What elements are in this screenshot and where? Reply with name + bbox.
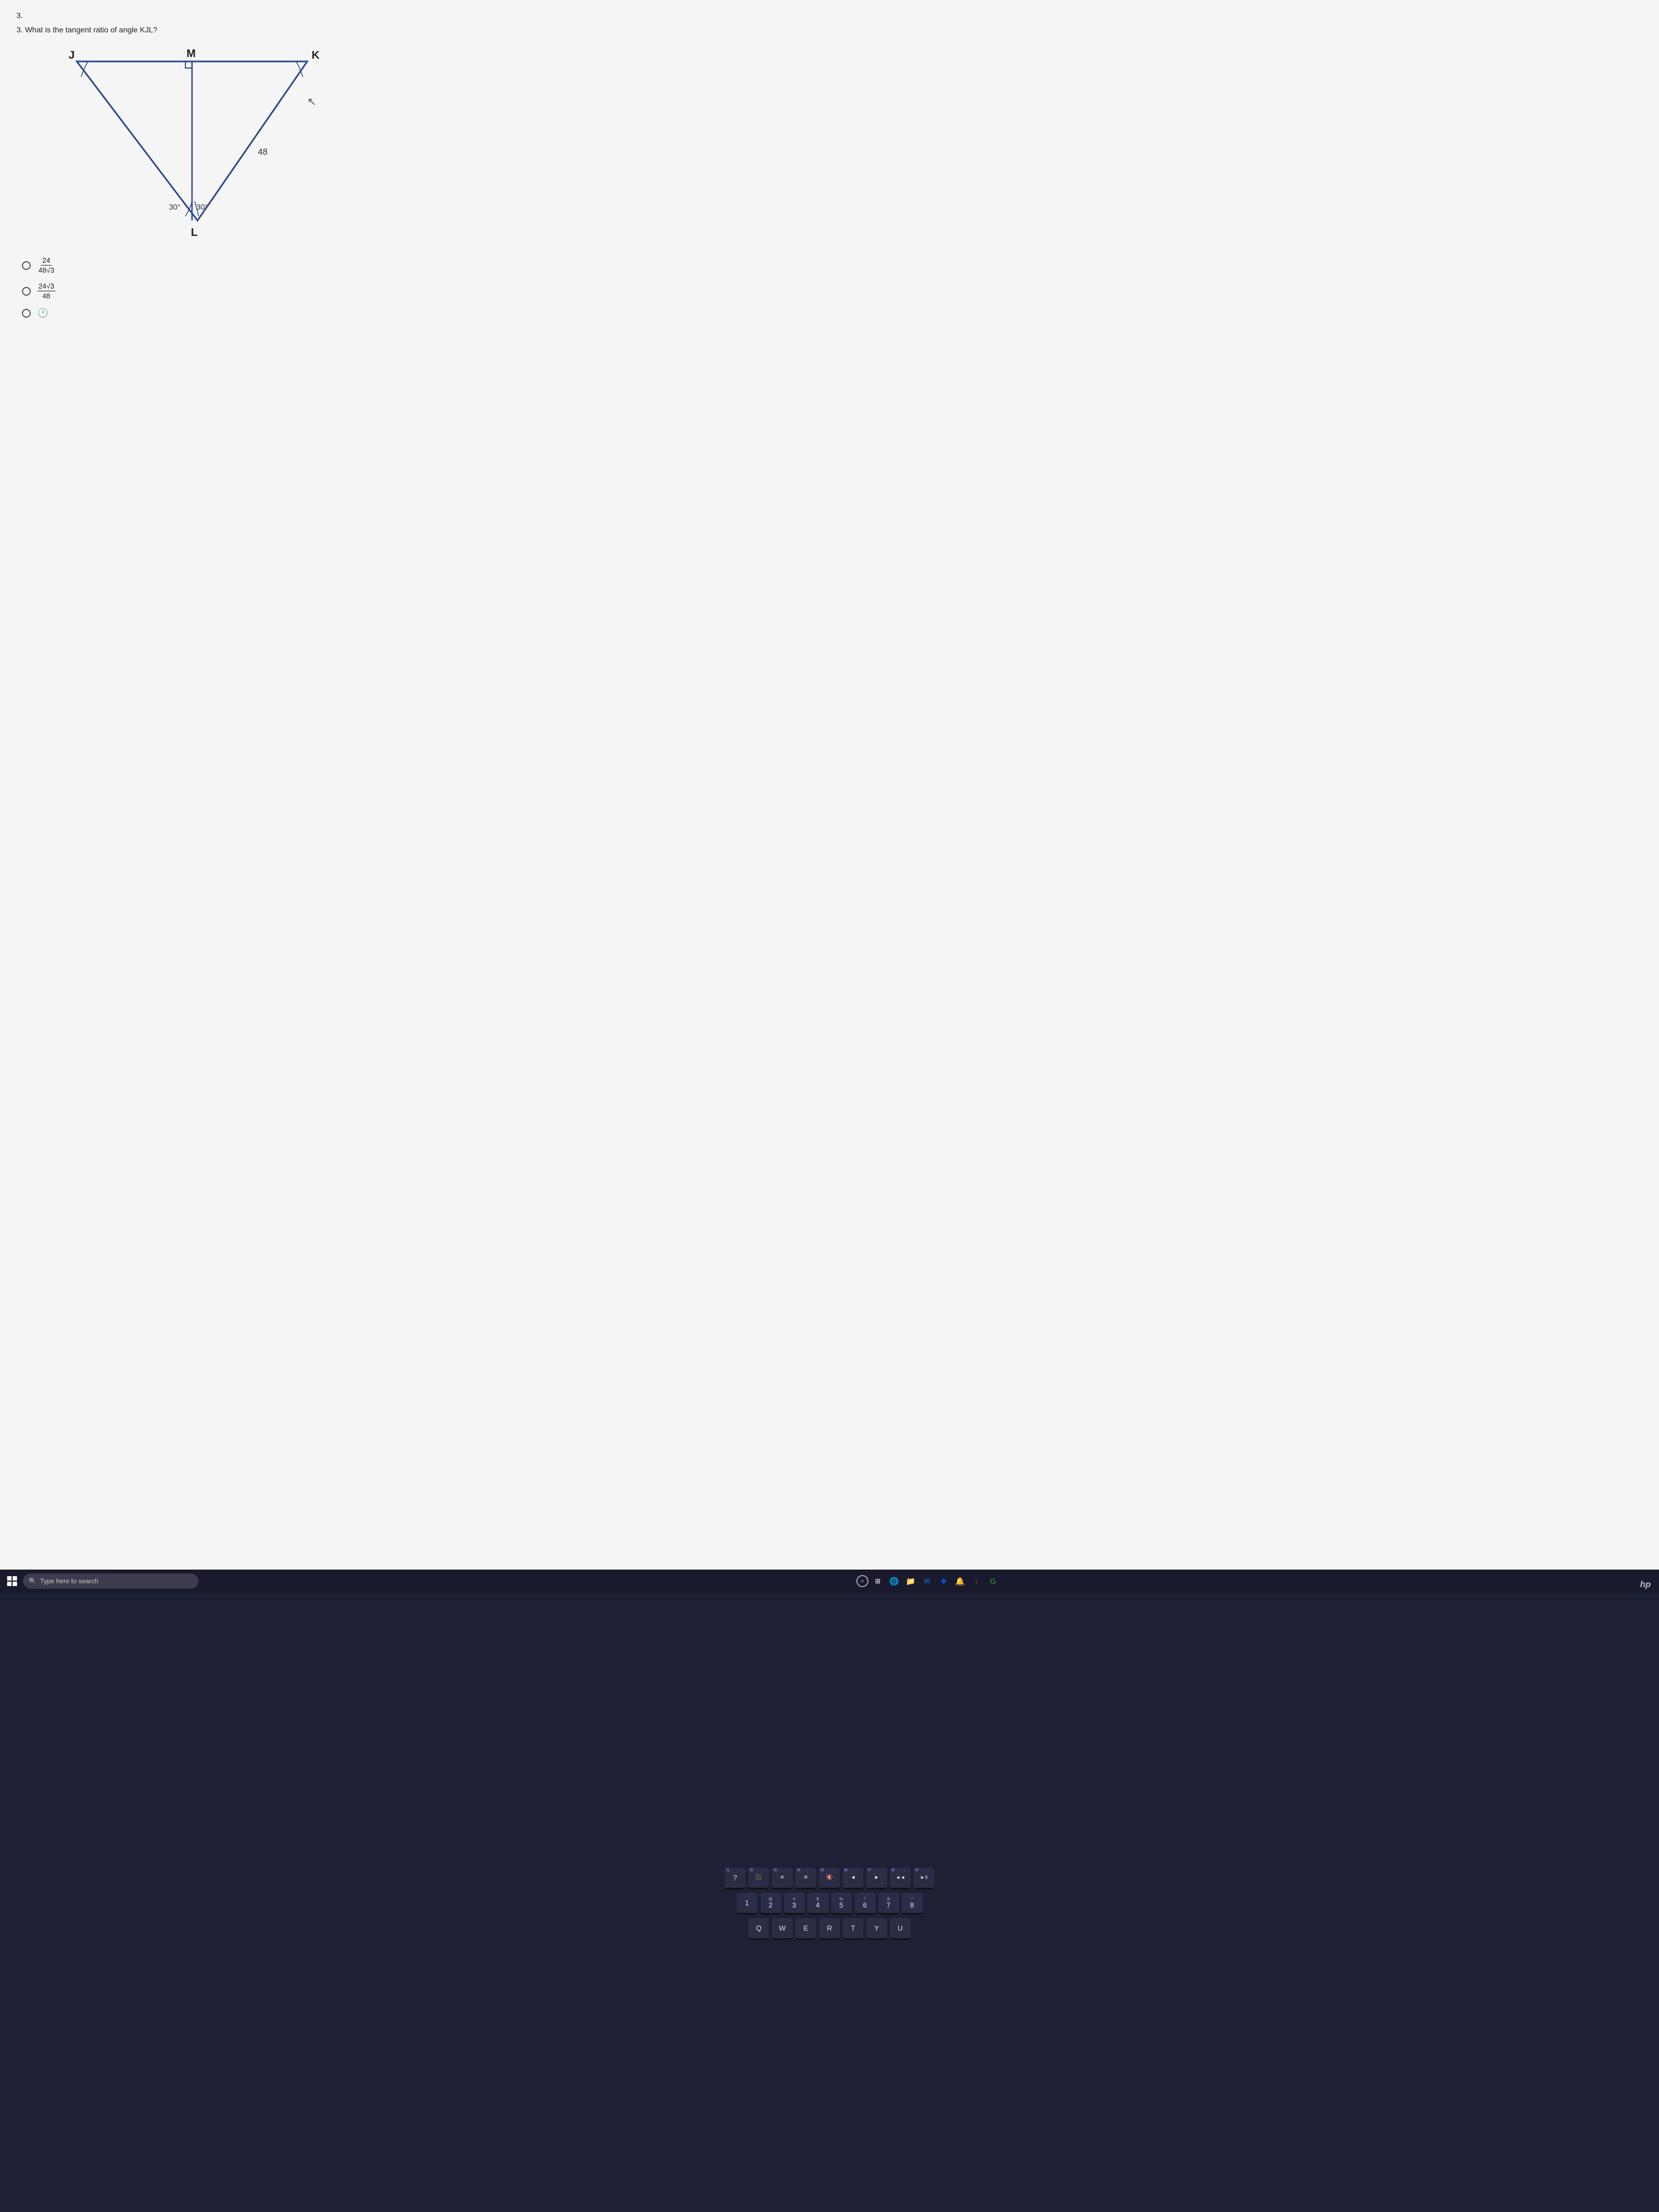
notification-icon[interactable]: 🔔 [953,1574,967,1588]
start-button[interactable] [4,1573,20,1589]
windows-icon [7,1576,17,1586]
denominator-b: 48 [41,291,51,300]
folder-symbol: 📁 [906,1577,915,1586]
question-full-text: 3. What is the tangent ratio of angle KJ… [16,25,1643,34]
key-w[interactable]: W [772,1918,793,1940]
key-r[interactable]: R [819,1918,840,1940]
side-length-label: 48 [258,148,268,157]
laptop-screen: 3. 3. What is the tangent ratio of angle… [0,0,1659,1593]
radio-a[interactable] [22,261,31,270]
answer-choice-a[interactable]: 24 48√3 [22,256,1643,274]
edge-browser-icon[interactable]: 🌐 [887,1574,901,1588]
taskbar-circle-icon[interactable]: ○ [856,1575,868,1587]
vertex-k-label: K [312,49,320,61]
edge-symbol: 🌐 [889,1577,899,1586]
denominator-a: 48√3 [37,266,55,274]
file-explorer-icon[interactable]: 📁 [904,1574,918,1588]
task-view-symbol: ⊞ [875,1577,881,1585]
key-f5[interactable]: f5 🔇 [819,1867,840,1889]
search-placeholder-text: Type here to search [40,1577,98,1585]
key-e[interactable]: E [795,1918,816,1940]
answer-choice-b[interactable]: 24√3 48 [22,282,1643,300]
key-f6[interactable]: f6 ◄ [843,1867,864,1889]
key-8[interactable]: * 8 [902,1893,923,1915]
key-t[interactable]: T [843,1918,864,1940]
number-key-row: 1 @ 2 # 3 $ 4 % 5 ^ 6 & 7 * 8 [737,1893,923,1915]
cursor-indicator: ↖ [307,96,317,108]
key-f9[interactable]: f9 ►II [913,1867,934,1889]
key-5[interactable]: % 5 [831,1893,852,1915]
key-2[interactable]: @ 2 [760,1893,781,1915]
radio-b[interactable] [22,287,31,296]
taskbar-center-icons: ○ ⊞ 🌐 📁 ✉ ❖ 🔔 [856,1574,1000,1588]
diagram-container: J M K L 30° 30° 48 ↖ [16,42,1643,251]
geometry-diagram: J M K L 30° 30° 48 ↖ [44,42,351,245]
worksheet-area: 3. 3. What is the tangent ratio of angle… [0,0,1659,1570]
keyboard-area: f1 ? f2 ⬛ f3 ✳ f4 ✳ f5 🔇 f6 ◄ f7 ► f8 ◄ [0,1593,1659,2212]
fraction-b: 24√3 48 [37,282,55,300]
qwerty-key-row: Q W E R T Y U [748,1918,911,1940]
mail-symbol: ✉ [924,1577,930,1586]
radio-c[interactable] [22,309,31,318]
taskbar-search[interactable]: 🔍 Type here to search [23,1573,199,1589]
key-q[interactable]: Q [748,1918,769,1940]
dropbox-icon[interactable]: ❖ [936,1574,951,1588]
app-icon-red[interactable]: ↑ [969,1574,984,1588]
bell-symbol: 🔔 [955,1577,964,1586]
key-f8[interactable]: f8 ◄◄ [890,1867,911,1889]
key-4[interactable]: $ 4 [808,1893,828,1915]
vertex-m-label: M [187,48,196,60]
question-text: 3. [16,11,1643,20]
app-icon-green[interactable]: G [986,1574,1000,1588]
clock-icon: 🕐 [37,308,48,319]
fraction-a: 24 48√3 [37,256,55,274]
angle-right-label: 30° [196,202,208,211]
vertex-j-label: J [69,49,75,61]
search-icon: 🔍 [29,1577,37,1585]
key-6[interactable]: ^ 6 [855,1893,876,1915]
mail-icon[interactable]: ✉ [920,1574,934,1588]
answer-choice-c[interactable]: 🕐 [22,308,1643,319]
numerator-b: 24√3 [37,282,55,291]
key-f2[interactable]: f2 ⬛ [748,1867,769,1889]
key-f3[interactable]: f3 ✳ [772,1867,793,1889]
key-u[interactable]: U [890,1918,911,1940]
angle-left-label: 30° [169,202,180,211]
numerator-a: 24 [41,256,51,266]
app-red-symbol: ↑ [975,1577,979,1585]
key-y[interactable]: Y [866,1918,887,1940]
key-7[interactable]: & 7 [878,1893,899,1915]
dropbox-symbol: ❖ [940,1577,947,1586]
answer-choices: 24 48√3 24√3 48 🕐 [22,256,1643,319]
key-f7[interactable]: f7 ► [866,1867,887,1889]
key-1[interactable]: 1 [737,1893,758,1915]
hp-logo: hp [1640,1580,1651,1590]
vertex-l-label: L [191,227,198,239]
key-question[interactable]: f1 ? [725,1867,746,1889]
circle-label: ○ [861,1578,864,1584]
fn-key-row: f1 ? f2 ⬛ f3 ✳ f4 ✳ f5 🔇 f6 ◄ f7 ► f8 ◄ [725,1867,934,1889]
taskbar: 🔍 Type here to search ○ ⊞ 🌐 📁 ✉ [0,1570,1659,1593]
key-f4[interactable]: f4 ✳ [795,1867,816,1889]
key-3[interactable]: # 3 [784,1893,805,1915]
task-view-icon[interactable]: ⊞ [871,1574,885,1588]
app-green-symbol: G [990,1577,996,1585]
